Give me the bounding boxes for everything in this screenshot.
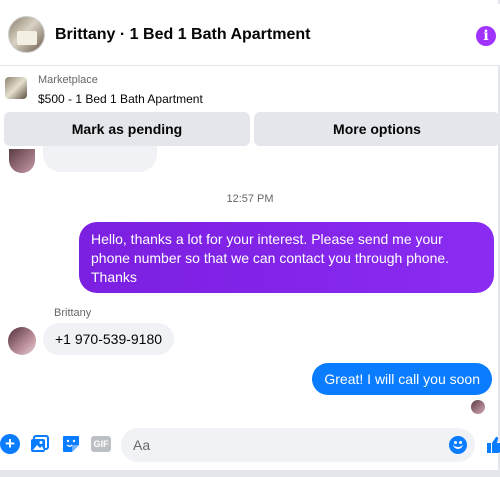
sticker-icon[interactable] [61,434,81,454]
previous-sender-avatar [9,149,35,173]
previous-message-bubble[interactable] [43,146,157,172]
listing-thumbnail[interactable] [5,77,27,99]
listing-avatar[interactable] [8,16,45,53]
like-icon[interactable] [485,435,500,455]
listing-title[interactable]: $500 - 1 Bed 1 Bath Apartment [38,92,203,106]
incoming-message[interactable]: +1 970-539-9180 [43,323,175,355]
message-input-wrapper [121,428,475,462]
emoji-icon[interactable] [449,436,467,454]
chat-header: Brittany · 1 Bed 1 Bath Apartment i [0,4,500,66]
outgoing-message[interactable]: Great! I will call you soon [312,363,492,395]
more-options-button[interactable]: More options [254,112,500,146]
outgoing-message[interactable]: Hello, thanks a lot for your interest. P… [79,222,494,293]
sender-avatar[interactable] [8,327,36,355]
photo-icon[interactable] [30,434,50,454]
bottom-divider [0,470,500,477]
mark-as-pending-button[interactable]: Mark as pending [4,112,250,146]
marketplace-label: Marketplace [38,74,98,86]
seen-receipt-avatar [471,400,485,414]
gif-icon[interactable]: GIF [91,436,111,452]
info-icon[interactable]: i [476,26,496,46]
sender-name: Brittany [54,307,92,319]
listing-actions: Mark as pending More options [4,112,500,146]
conversation-title[interactable]: Brittany · 1 Bed 1 Bath Apartment [55,26,310,44]
marketplace-listing-banner[interactable]: Marketplace $500 - 1 Bed 1 Bath Apartmen… [0,68,500,112]
message-input[interactable] [133,428,433,462]
message-timestamp: 12:57 PM [226,193,274,205]
message-composer: + GIF [0,425,500,465]
plus-icon[interactable]: + [0,434,20,454]
chat-window: Brittany · 1 Bed 1 Bath Apartment i Mark… [0,0,500,477]
